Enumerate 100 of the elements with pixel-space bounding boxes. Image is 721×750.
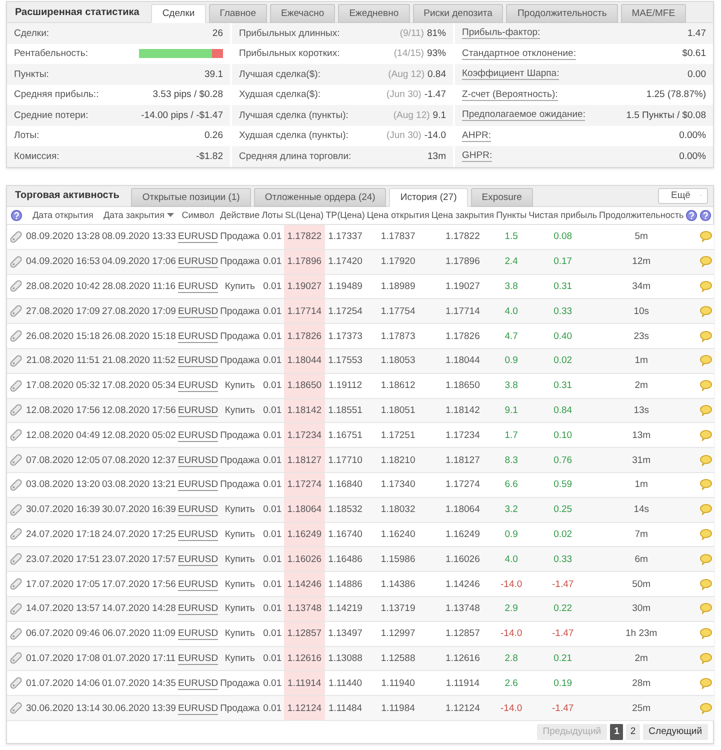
- symbol-link[interactable]: EURUSD: [178, 355, 218, 368]
- symbol-link[interactable]: EURUSD: [178, 504, 218, 516]
- speech-bubble-icon[interactable]: [700, 702, 712, 714]
- term-label[interactable]: Предполагаемое ожидание:: [462, 109, 586, 122]
- stat-value: 0.84: [428, 68, 446, 80]
- page-button[interactable]: 2: [626, 724, 640, 740]
- symbol-link[interactable]: EURUSD: [178, 306, 218, 318]
- column-header[interactable]: Действие: [220, 210, 260, 220]
- speech-bubble-icon[interactable]: [700, 528, 712, 540]
- symbol-link[interactable]: EURUSD: [178, 231, 218, 244]
- table-cell: 17.08.2020 05:34: [100, 373, 177, 398]
- column-header[interactable]: TP(Цена): [326, 210, 365, 220]
- table-cell: 34m: [598, 274, 685, 299]
- table-cell: 1.13497: [324, 621, 366, 646]
- speech-bubble-icon[interactable]: [700, 306, 712, 317]
- tab[interactable]: Ежечасно: [270, 4, 336, 23]
- speech-bubble-icon[interactable]: [700, 280, 712, 292]
- table-cell: 1.17274: [430, 472, 496, 498]
- table-cell: 0.01: [260, 224, 284, 250]
- symbol-link[interactable]: EURUSD: [178, 330, 218, 343]
- speech-bubble-icon[interactable]: [700, 430, 712, 441]
- tab[interactable]: История (27): [389, 188, 468, 206]
- term-label[interactable]: Стандартное отклонение:: [462, 48, 576, 60]
- symbol-link[interactable]: EURUSD: [178, 554, 218, 566]
- tab[interactable]: Отложенные ордера (24): [254, 188, 386, 206]
- symbol-link[interactable]: EURUSD: [178, 652, 218, 665]
- symbol-link[interactable]: EURUSD: [178, 256, 218, 268]
- speech-bubble-icon[interactable]: [700, 330, 712, 342]
- term-label[interactable]: AHPR:: [462, 130, 492, 142]
- speech-bubble-icon[interactable]: [700, 554, 712, 565]
- symbol-link[interactable]: EURUSD: [178, 702, 218, 715]
- table-cell: 3.8: [495, 373, 528, 398]
- speech-bubble-icon[interactable]: [700, 454, 712, 466]
- column-header[interactable]: Символ: [182, 210, 214, 220]
- table-cell: 04.09.2020 16:53: [25, 249, 101, 274]
- column-header[interactable]: Цена открытия: [366, 210, 430, 220]
- speech-bubble-icon[interactable]: [700, 678, 712, 689]
- term-label[interactable]: Коэффициент Шарпа:: [462, 68, 560, 80]
- speech-bubble-icon[interactable]: [700, 380, 712, 392]
- table-cell: 23.07.2020 17:57: [100, 546, 177, 572]
- help-icon[interactable]: [700, 210, 712, 221]
- column-header[interactable]: Чистая прибыль: [528, 210, 598, 220]
- speech-bubble-icon[interactable]: [700, 652, 712, 664]
- speech-bubble-icon[interactable]: [700, 256, 712, 268]
- speech-bubble-icon[interactable]: [700, 603, 712, 614]
- symbol-link[interactable]: EURUSD: [178, 380, 218, 392]
- tab[interactable]: Ежедневно: [338, 4, 410, 23]
- column-header[interactable]: Продолжительность: [599, 210, 684, 220]
- column-header[interactable]: Дата открытия: [32, 210, 94, 220]
- symbol-link[interactable]: EURUSD: [178, 528, 218, 541]
- tab[interactable]: Сделки: [151, 4, 206, 23]
- speech-bubble-icon[interactable]: [700, 231, 712, 242]
- table-cell: Продажа: [219, 422, 261, 448]
- table-cell: 1.12857: [430, 621, 496, 646]
- symbol-link[interactable]: EURUSD: [178, 603, 218, 616]
- table-cell: 03.08.2020 13:21: [100, 472, 177, 498]
- column-header[interactable]: SL(Цена): [285, 210, 324, 220]
- tab[interactable]: Риски депозита: [412, 4, 504, 23]
- column-header[interactable]: Цена закрытия: [431, 210, 494, 220]
- help-icon[interactable]: [686, 210, 697, 221]
- speech-bubble-icon[interactable]: [700, 355, 712, 366]
- table-cell: 0.01: [260, 324, 284, 348]
- term-label[interactable]: Z-счет (Вероятность):: [462, 88, 558, 101]
- tab[interactable]: Главное: [208, 4, 268, 23]
- table-cell: 06.07.2020 09:46: [25, 621, 101, 646]
- symbol-link[interactable]: EURUSD: [178, 678, 218, 690]
- help-icon[interactable]: [10, 210, 22, 221]
- tab[interactable]: MAE/MFE: [620, 4, 686, 23]
- table-cell: 1.11984: [366, 696, 430, 720]
- tab[interactable]: Открытые позиции (1): [131, 188, 251, 206]
- table-cell: 1.14386: [366, 572, 430, 596]
- symbol-link[interactable]: EURUSD: [178, 454, 218, 467]
- speech-bubble-icon[interactable]: [700, 578, 712, 590]
- term-label[interactable]: GHPR:: [462, 150, 492, 162]
- symbol-link[interactable]: EURUSD: [178, 628, 218, 640]
- tab[interactable]: Exposure: [470, 188, 533, 206]
- page-button[interactable]: 1: [610, 724, 624, 740]
- column-header[interactable]: Дата закрытия: [103, 210, 174, 220]
- term-label[interactable]: Прибыль-фактор:: [462, 27, 540, 40]
- symbol-link[interactable]: EURUSD: [178, 280, 218, 293]
- table-cell: 1.17274: [284, 472, 325, 498]
- column-header[interactable]: Лоты: [262, 210, 284, 220]
- speech-bubble-icon[interactable]: [700, 404, 712, 416]
- speech-bubble-icon[interactable]: [700, 628, 712, 640]
- table-cell: 1.19112: [324, 373, 366, 398]
- table-cell: 1.11484: [324, 696, 366, 720]
- symbol-link[interactable]: EURUSD: [178, 404, 218, 417]
- symbol-link[interactable]: EURUSD: [178, 578, 218, 591]
- tab[interactable]: Продолжительность: [506, 4, 618, 23]
- stat-note: (14/15): [394, 48, 424, 60]
- speech-bubble-icon[interactable]: [700, 504, 712, 516]
- symbol-link[interactable]: EURUSD: [178, 479, 218, 492]
- speech-bubble-icon[interactable]: [700, 479, 712, 490]
- table-cell: 0.01: [260, 572, 284, 596]
- table-cell: Купить: [219, 646, 261, 671]
- column-header[interactable]: Пункты: [496, 210, 527, 220]
- more-button[interactable]: Ещё: [658, 188, 708, 204]
- table-cell: 30m: [598, 596, 685, 622]
- next-button[interactable]: Следующий: [642, 724, 708, 740]
- symbol-link[interactable]: EURUSD: [178, 430, 218, 442]
